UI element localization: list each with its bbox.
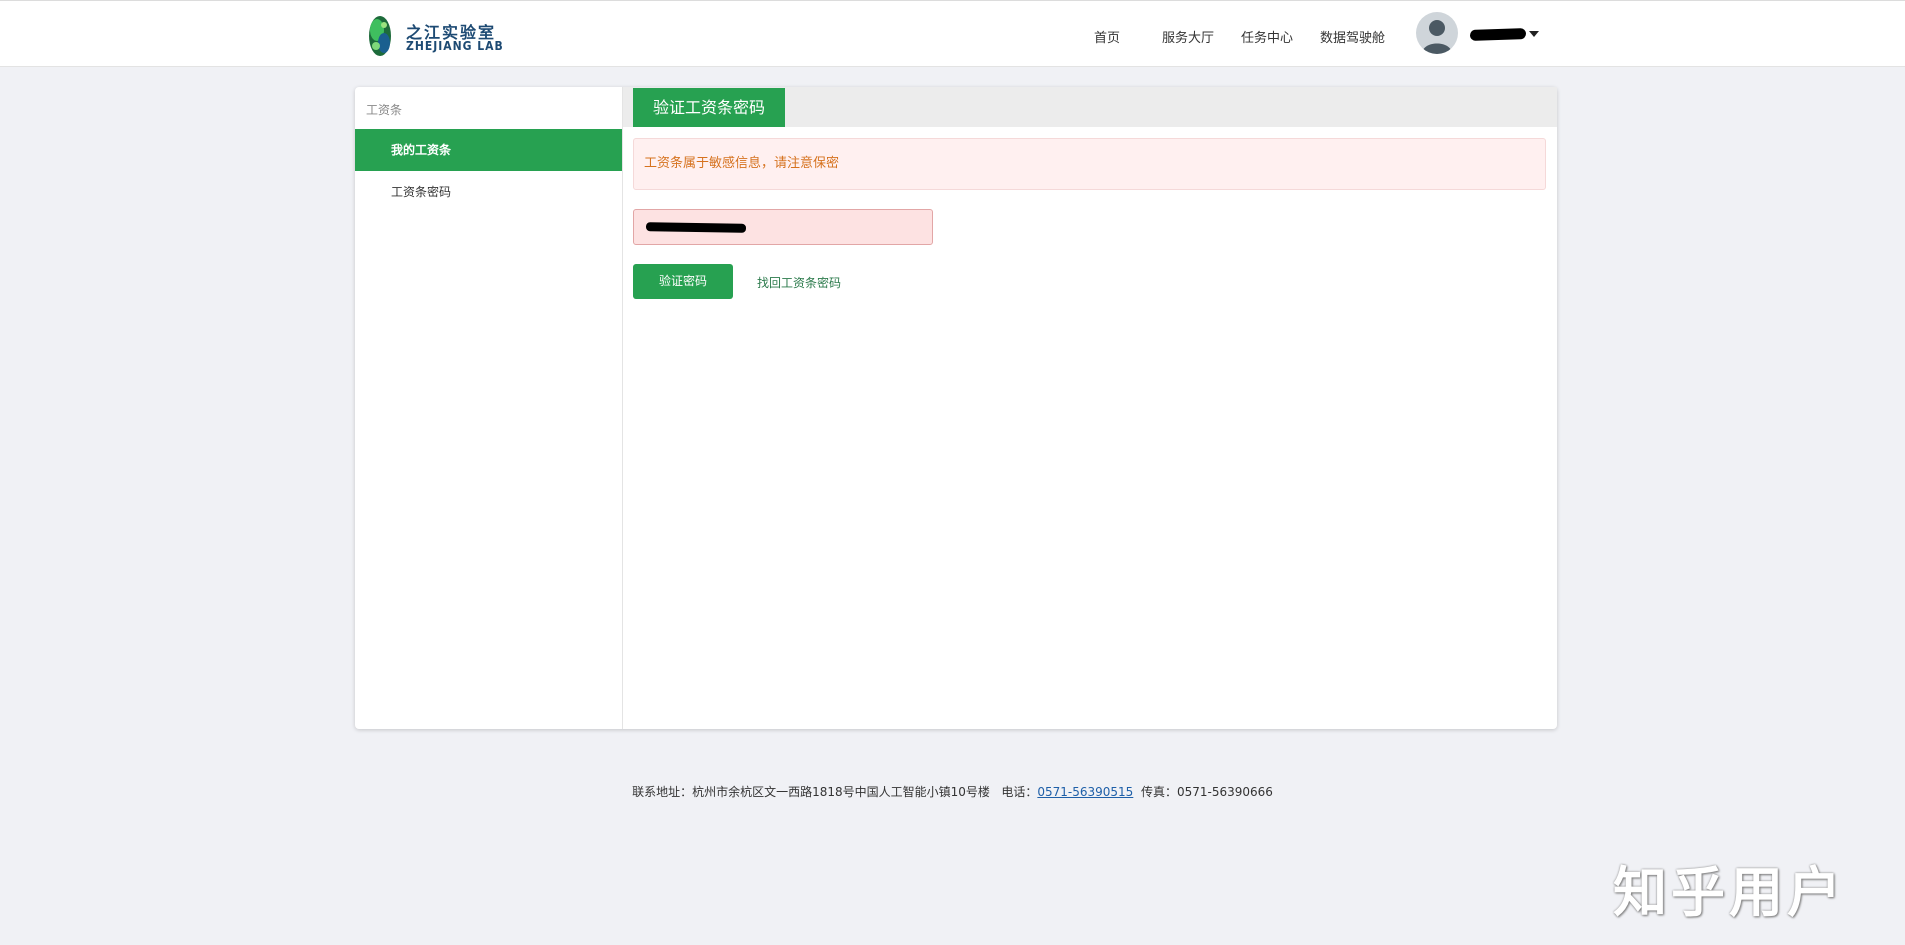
main-card: 工资条 我的工资条 工资条密码 验证工资条密码 工资条属于敏感信息，请注意保密 … [355, 87, 1557, 729]
footer-phone-link[interactable]: 0571-56390515 [1037, 785, 1133, 799]
nav-home[interactable]: 首页 [1094, 27, 1120, 46]
recover-password-link[interactable]: 找回工资条密码 [757, 274, 841, 291]
footer-fax: 传真：0571-56390666 [1140, 785, 1273, 799]
password-input[interactable] [633, 209, 933, 245]
tab-bar: 验证工资条密码 [623, 87, 1557, 127]
sensitive-info-alert: 工资条属于敏感信息，请注意保密 [633, 138, 1546, 190]
sidebar-title: 工资条 [366, 103, 403, 117]
password-redacted [645, 222, 747, 233]
logo-mark-icon [369, 16, 391, 56]
nav-service-hall[interactable]: 服务大厅 [1162, 27, 1214, 46]
user-avatar-icon[interactable] [1416, 12, 1458, 54]
footer-phone-label: 电话： [1001, 785, 1038, 799]
sidebar-item-my-payslip[interactable]: 我的工资条 [355, 129, 622, 171]
username-redacted[interactable] [1469, 28, 1527, 41]
footer: 联系地址：杭州市余杭区文一西路1818号中国人工智能小镇10号楼 电话：0571… [0, 783, 1905, 800]
nav-data-cockpit[interactable]: 数据驾驶舱 [1320, 27, 1385, 46]
footer-address: 联系地址：杭州市余杭区文一西路1818号中国人工智能小镇10号楼 [632, 785, 990, 799]
zhihu-watermark: 知乎用户 [1613, 861, 1845, 924]
verify-password-button[interactable]: 验证密码 [633, 264, 733, 299]
sidebar: 工资条 我的工资条 工资条密码 [355, 87, 623, 729]
logo-text-en: ZHEJIANG LAB [406, 39, 504, 53]
nav-task-center[interactable]: 任务中心 [1241, 27, 1293, 46]
zhejiang-lab-logo[interactable]: 之江实验室 ZHEJIANG LAB [364, 13, 504, 59]
top-navbar: 之江实验室 ZHEJIANG LAB 首页 服务大厅 任务中心 数据驾驶舱 [0, 0, 1905, 67]
content-area: 验证工资条密码 工资条属于敏感信息，请注意保密 验证密码 找回工资条密码 [623, 87, 1557, 729]
tab-verify-password[interactable]: 验证工资条密码 [633, 88, 785, 127]
caret-down-icon[interactable] [1529, 31, 1539, 37]
sidebar-item-payslip-password[interactable]: 工资条密码 [355, 171, 622, 213]
